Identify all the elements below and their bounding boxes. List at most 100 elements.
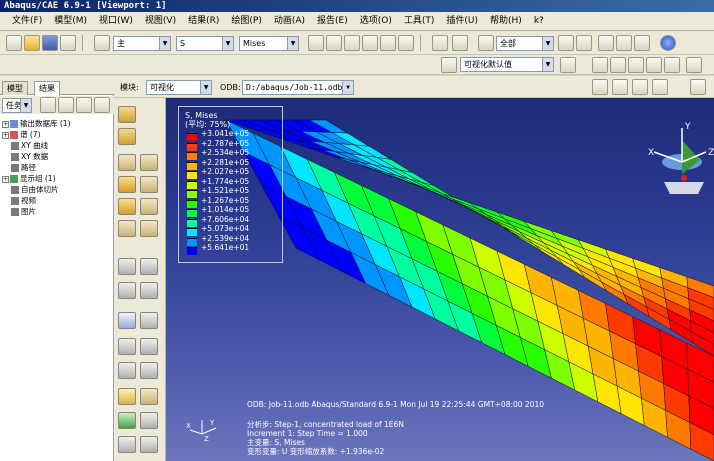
- pan-icon[interactable]: [308, 35, 324, 51]
- render-style-icon[interactable]: [441, 57, 457, 73]
- render-style-select[interactable]: 可视化默认值 ▼: [460, 57, 554, 72]
- probe-values-icon[interactable]: [140, 282, 158, 299]
- tree-item-movie[interactable]: 视频: [2, 195, 112, 206]
- menu-help[interactable]: 帮助(H): [484, 12, 528, 31]
- contour-icon[interactable]: [118, 154, 136, 171]
- symbol-icon[interactable]: [140, 154, 158, 171]
- xy-data-manager-icon[interactable]: [140, 258, 158, 275]
- tree-item-image[interactable]: 图片: [2, 206, 112, 217]
- previous-frame-icon[interactable]: [612, 79, 628, 95]
- menu-tools[interactable]: 工具(T): [398, 12, 441, 31]
- overlay-plot-icon[interactable]: [118, 412, 136, 429]
- view-cut-icon[interactable]: [118, 312, 136, 329]
- viewport-canvas[interactable]: S, Mises (平均: 75%) +3.041e+05 +2.787e+05 +…: [166, 98, 714, 461]
- display-group-icon[interactable]: [616, 35, 632, 51]
- frame-selector-icon[interactable]: [690, 79, 706, 95]
- viewport-annotation-icon[interactable]: [140, 412, 158, 429]
- print-icon[interactable]: [60, 35, 76, 51]
- tree-item-free-body[interactable]: 自由体切片: [2, 184, 112, 195]
- menu-viewport[interactable]: 视口(W): [93, 12, 139, 31]
- filter-icon[interactable]: [40, 97, 56, 113]
- contour-options-icon[interactable]: [140, 388, 158, 405]
- collapse-icon[interactable]: [76, 97, 92, 113]
- tree-item-xy-plot[interactable]: XY 曲线: [2, 140, 112, 151]
- menu-plot[interactable]: 绘图(P): [225, 12, 267, 31]
- tree-item-xy-data[interactable]: XY 数据: [2, 151, 112, 162]
- rotate-icon[interactable]: [326, 35, 342, 51]
- task-select[interactable]: 任务 ▼: [2, 98, 32, 113]
- replace-selected-icon[interactable]: [558, 35, 574, 51]
- first-frame-icon[interactable]: [592, 79, 608, 95]
- new-file-icon[interactable]: [6, 35, 22, 51]
- menu-options[interactable]: 选项(O): [354, 12, 398, 31]
- material-orientation-icon[interactable]: [140, 176, 158, 193]
- menu-file[interactable]: 文件(F): [6, 12, 48, 31]
- magnify-icon[interactable]: [344, 35, 360, 51]
- odb-select[interactable]: D:/abaqus/Job-11.odb ▼: [242, 80, 354, 95]
- top-view-icon[interactable]: [646, 57, 662, 73]
- tree-item-path[interactable]: 路径: [2, 162, 112, 173]
- menu-model[interactable]: 模型(M): [48, 12, 93, 31]
- undeformed-shape-icon[interactable]: [118, 128, 136, 145]
- common-options-icon[interactable]: [118, 388, 136, 405]
- save-icon[interactable]: [42, 35, 58, 51]
- display-group-manager-icon[interactable]: [634, 35, 650, 51]
- box-zoom-icon[interactable]: [362, 35, 378, 51]
- scale-factor-icon[interactable]: [118, 220, 136, 237]
- expand-icon[interactable]: [58, 97, 74, 113]
- perspective-icon[interactable]: [686, 57, 702, 73]
- iso-view-icon[interactable]: [592, 57, 608, 73]
- field-output-report-icon[interactable]: [118, 282, 136, 299]
- menu-result[interactable]: 结果(R): [182, 12, 225, 31]
- output-type-select[interactable]: 主 ▼: [113, 36, 171, 51]
- tool-options-icon[interactable]: [118, 436, 136, 453]
- select-arrow-icon[interactable]: [478, 35, 494, 51]
- bottom-view-icon[interactable]: [664, 57, 680, 73]
- time-history-icon[interactable]: [140, 220, 158, 237]
- menu-whats-this[interactable]: k?: [528, 12, 550, 31]
- menu-plugins[interactable]: 插件(U): [440, 12, 484, 31]
- back-view-icon[interactable]: [628, 57, 644, 73]
- chevron-down-icon: ▼: [342, 81, 353, 94]
- tab-results[interactable]: 结果: [34, 81, 60, 96]
- cycle-views-icon[interactable]: [398, 35, 414, 51]
- expand-icon[interactable]: +: [2, 131, 9, 139]
- field-variable-select[interactable]: S ▼: [176, 36, 234, 51]
- allow-multiple-icon[interactable]: [118, 198, 136, 215]
- last-frame-icon[interactable]: [652, 79, 668, 95]
- stream-icon[interactable]: [140, 362, 158, 379]
- query-icon[interactable]: [432, 35, 448, 51]
- tree-item-spectrum[interactable]: + 谱 (7): [2, 129, 112, 140]
- menu-animate[interactable]: 动画(A): [268, 12, 311, 31]
- display-group-list-icon[interactable]: [140, 338, 158, 355]
- auto-fit-icon[interactable]: [380, 35, 396, 51]
- tab-model[interactable]: 模型: [2, 81, 28, 95]
- expand-icon[interactable]: +: [2, 175, 9, 183]
- create-display-group-icon[interactable]: [118, 338, 136, 355]
- deformed-shape-icon[interactable]: [118, 106, 136, 123]
- invariant-select[interactable]: Mises ▼: [239, 36, 299, 51]
- next-frame-icon[interactable]: [632, 79, 648, 95]
- measure-icon[interactable]: [452, 35, 468, 51]
- open-file-icon[interactable]: [24, 35, 40, 51]
- remove-selected-icon[interactable]: [576, 35, 592, 51]
- module-select[interactable]: 可视化 ▼: [146, 80, 212, 95]
- help-bulb-icon[interactable]: [94, 97, 110, 113]
- view-cut-manager-icon[interactable]: [140, 312, 158, 329]
- info-icon[interactable]: [660, 35, 676, 51]
- tree-item-odb[interactable]: + 输出数据库 (1): [2, 118, 112, 129]
- color-code-icon[interactable]: [560, 57, 576, 73]
- animate-icon[interactable]: [140, 198, 158, 215]
- tree-item-display-group[interactable]: + 显示组 (1): [2, 173, 112, 184]
- field-output-icon[interactable]: [94, 35, 110, 51]
- expand-icon[interactable]: +: [2, 120, 9, 128]
- create-xy-data-icon[interactable]: [118, 258, 136, 275]
- add-selected-icon[interactable]: [598, 35, 614, 51]
- front-view-icon[interactable]: [610, 57, 626, 73]
- menu-report[interactable]: 报告(E): [311, 12, 354, 31]
- contour-deformed-icon[interactable]: [118, 176, 136, 193]
- selection-filter-select[interactable]: 全部 ▼: [496, 36, 554, 51]
- path-icon[interactable]: [118, 362, 136, 379]
- menu-view[interactable]: 视图(V): [139, 12, 182, 31]
- print-viewport-icon[interactable]: [140, 436, 158, 453]
